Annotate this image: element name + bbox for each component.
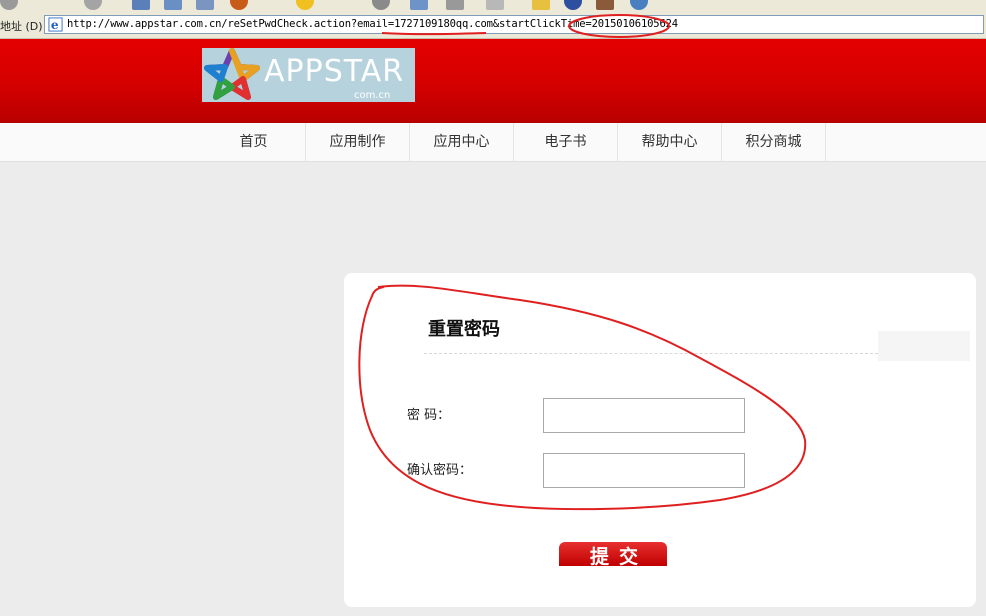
logo-text: APPSTAR <box>264 54 405 89</box>
address-url-text: http://www.appstar.com.cn/reSetPwdCheck.… <box>67 18 678 30</box>
mail-icon[interactable] <box>410 0 428 10</box>
nav-item-ebook[interactable]: 电子书 <box>514 123 618 161</box>
ie-page-icon: e <box>48 17 63 32</box>
appstar-logo[interactable]: APPSTAR com.cn <box>202 48 415 102</box>
edit-icon[interactable] <box>486 0 504 10</box>
favorites-star-icon[interactable] <box>296 0 314 10</box>
address-label: 地址 (D) <box>0 20 43 33</box>
svg-text:e: e <box>51 18 59 32</box>
address-input[interactable]: e http://www.appstar.com.cn/reSetPwdChec… <box>44 15 984 34</box>
page-title: 重置密码 <box>428 319 500 340</box>
nav-item-points-mall[interactable]: 积分商城 <box>722 123 826 161</box>
nav-item-help-center[interactable]: 帮助中心 <box>618 123 722 161</box>
address-bar: 地址 (D) e http://www.appstar.com.cn/reSet… <box>0 12 986 39</box>
site-header: APPSTAR com.cn <box>0 39 986 123</box>
password-label: 密 码： <box>407 408 451 423</box>
confirm-password-label: 确认密码： <box>407 463 473 478</box>
browser-toolbar <box>0 0 986 12</box>
nav-item-home[interactable]: 首页 <box>202 123 306 161</box>
submit-button[interactable]: 提交 <box>559 542 667 566</box>
main-nav: 首页 应用制作 应用中心 电子书 帮助中心 积分商城 <box>0 123 986 162</box>
back-icon[interactable] <box>0 0 18 10</box>
search-icon[interactable] <box>230 0 248 10</box>
print-icon[interactable] <box>446 0 464 10</box>
nav-item-app-create[interactable]: 应用制作 <box>306 123 410 161</box>
refresh-icon[interactable] <box>164 0 182 10</box>
history-icon[interactable] <box>372 0 390 10</box>
nav-item-app-center[interactable]: 应用中心 <box>410 123 514 161</box>
extension-icon[interactable] <box>630 0 648 10</box>
title-divider <box>424 353 878 354</box>
research-icon[interactable] <box>564 0 582 10</box>
panel-tab-decoration <box>878 331 970 361</box>
messenger-icon[interactable] <box>532 0 550 10</box>
home-icon[interactable] <box>196 0 214 10</box>
stop-icon[interactable] <box>132 0 150 10</box>
confirm-password-field[interactable] <box>543 453 745 488</box>
reset-password-panel: 重置密码 密 码： 确认密码： 提交 <box>344 273 976 607</box>
appstar-star-logo <box>204 48 260 100</box>
tools-icon[interactable] <box>596 0 614 10</box>
forward-icon[interactable] <box>84 0 102 10</box>
logo-subtext: com.cn <box>354 90 391 101</box>
password-field[interactable] <box>543 398 745 433</box>
